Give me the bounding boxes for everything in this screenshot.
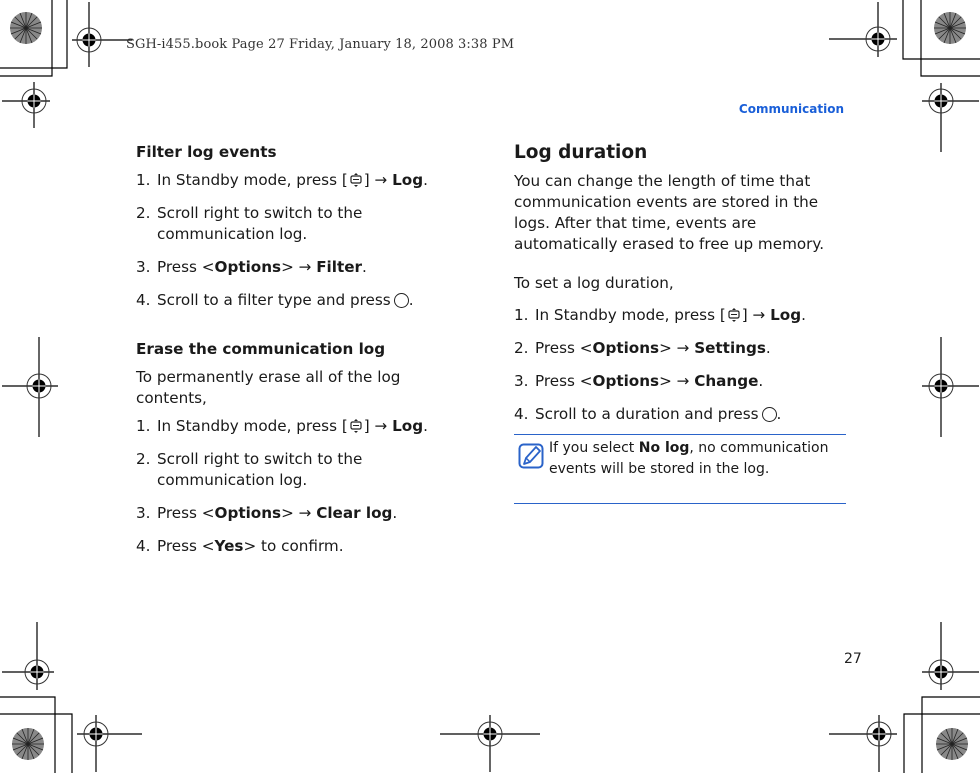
erase-step-4: 4. Press <Yes> to confirm. bbox=[136, 537, 344, 555]
note-box: If you select No log, no communication e… bbox=[514, 434, 846, 504]
filter-step-1: 1. In Standby mode, press [] → Log. bbox=[136, 171, 428, 189]
ok-key-icon bbox=[393, 293, 409, 308]
section-header: Communication bbox=[738, 102, 844, 116]
left-column: Filter log events 1. In Standby mode, pr… bbox=[136, 142, 466, 569]
erase-log-heading: Erase the communication log bbox=[136, 340, 386, 358]
log-duration-intro: You can change the length of time that c… bbox=[514, 172, 825, 253]
note-text: If you select No log, no communication e… bbox=[549, 440, 829, 477]
filter-step-4: 4. Scroll to a filter type and press. bbox=[136, 291, 414, 309]
erase-step-1: 1. In Standby mode, press [] → Log. bbox=[136, 417, 428, 435]
note-pencil-icon bbox=[518, 443, 544, 469]
page-number: 27 bbox=[844, 651, 862, 667]
call-log-key-icon bbox=[350, 173, 362, 187]
duration-step-2: 2. Press <Options> → Settings. bbox=[514, 339, 771, 357]
duration-step-3: 3. Press <Options> → Change. bbox=[514, 372, 764, 390]
filter-step-3: 3. Press <Options> → Filter. bbox=[136, 258, 367, 276]
call-log-key-icon bbox=[728, 308, 740, 322]
duration-step-1: 1. In Standby mode, press [] → Log. bbox=[514, 306, 806, 324]
log-duration-heading: Log duration bbox=[514, 142, 648, 163]
erase-step-3: 3. Press <Options> → Clear log. bbox=[136, 504, 398, 522]
duration-step-4: 4. Scroll to a duration and press. bbox=[514, 405, 782, 423]
call-log-key-icon bbox=[350, 419, 362, 433]
print-info: SGH-i455.book Page 27 Friday, January 18… bbox=[126, 37, 515, 52]
log-duration-lead: To set a log duration, bbox=[514, 274, 674, 292]
filter-log-heading: Filter log events bbox=[136, 143, 277, 161]
erase-intro: To permanently erase all of the log cont… bbox=[136, 368, 401, 407]
filter-step-2: 2. Scroll right to switch to the communi… bbox=[136, 204, 363, 243]
erase-step-2: 2. Scroll right to switch to the communi… bbox=[136, 450, 363, 489]
right-column: Log duration You can change the length o… bbox=[514, 142, 846, 437]
ok-key-icon bbox=[761, 407, 777, 422]
